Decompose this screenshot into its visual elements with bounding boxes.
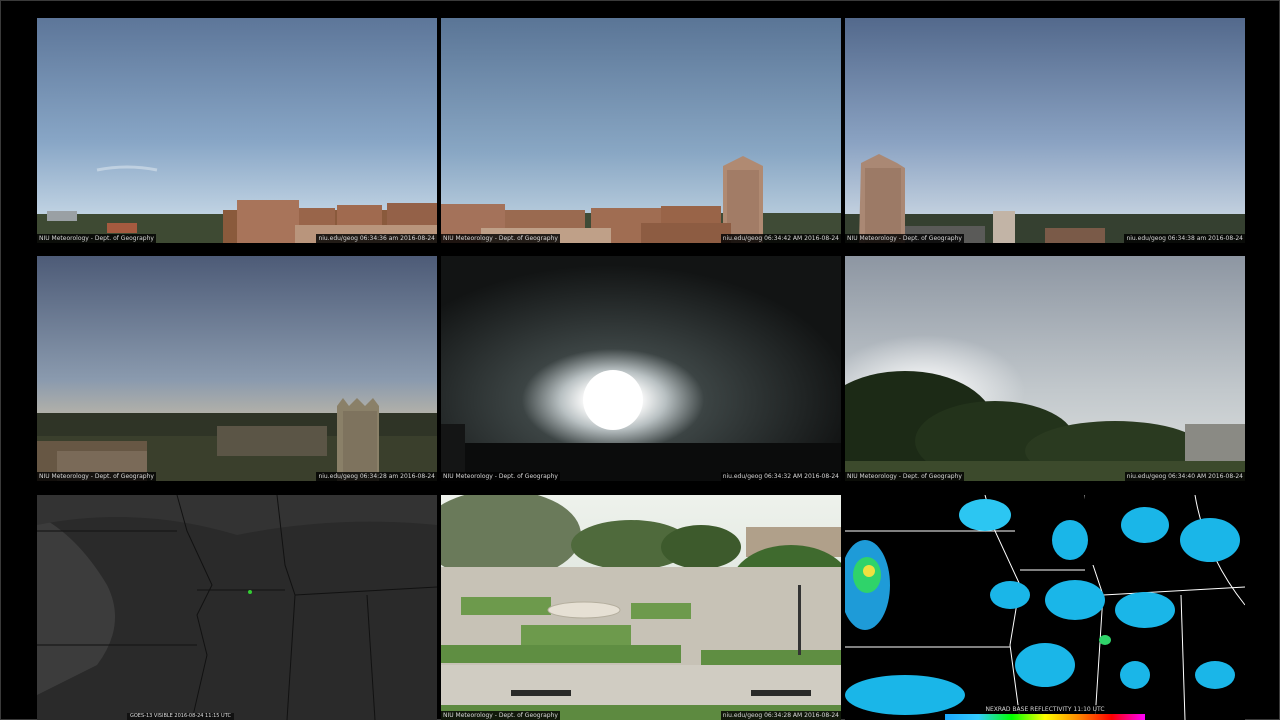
camera-3-caption-left: NIU Meteorology - Dept. of Geography	[845, 234, 964, 243]
radar-tile[interactable]: NEXRAD BASE REFLECTIVITY 11:10 UTC	[845, 495, 1245, 720]
camera-image-4	[37, 256, 437, 481]
camera-4-caption-right: niu.edu/geog 06:34:28 am 2016-08-24	[316, 472, 437, 481]
radar-color-scale	[945, 714, 1145, 720]
camera-6-caption-left: NIU Meteorology - Dept. of Geography	[845, 472, 964, 481]
camera-3-caption-right: niu.edu/geog 06:34:38 am 2016-08-24	[1124, 234, 1245, 243]
camera-2-caption-right: niu.edu/geog 06:34:42 AM 2016-08-24	[720, 234, 841, 243]
camera-image-7	[441, 495, 841, 720]
camera-7-caption-right: niu.edu/geog 06:34:28 AM 2016-08-24	[720, 711, 841, 720]
camera-6-caption-right: niu.edu/geog 06:34:40 AM 2016-08-24	[1124, 472, 1245, 481]
camera-5-caption-left: NIU Meteorology - Dept. of Geography	[441, 472, 560, 481]
camera-image-3	[845, 18, 1245, 243]
camera-image-1	[37, 18, 437, 243]
camera-tile-4[interactable]: NIU Meteorology - Dept. of Geography niu…	[37, 256, 437, 481]
satellite-tile[interactable]: GOES-13 VISIBLE 2016-08-24 11:15 UTC	[37, 495, 437, 720]
camera-4-caption-left: NIU Meteorology - Dept. of Geography	[37, 472, 156, 481]
webcam-grid-frame: NIU Meteorology - Dept. of Geography niu…	[0, 0, 1280, 720]
camera-7-caption-left: NIU Meteorology - Dept. of Geography	[441, 711, 560, 720]
camera-1-caption-left: NIU Meteorology - Dept. of Geography	[37, 234, 156, 243]
camera-image-5	[441, 256, 841, 481]
satellite-image	[37, 495, 437, 720]
camera-tile-1[interactable]: NIU Meteorology - Dept. of Geography niu…	[37, 18, 437, 243]
satellite-caption: GOES-13 VISIBLE 2016-08-24 11:15 UTC	[127, 713, 234, 720]
camera-tile-5[interactable]: NIU Meteorology - Dept. of Geography niu…	[441, 256, 841, 481]
camera-tile-3[interactable]: NIU Meteorology - Dept. of Geography niu…	[845, 18, 1245, 243]
camera-image-2	[441, 18, 841, 243]
camera-1-caption-right: niu.edu/geog 06:34:36 am 2016-08-24	[316, 234, 437, 243]
camera-2-caption-left: NIU Meteorology - Dept. of Geography	[441, 234, 560, 243]
radar-caption: NEXRAD BASE REFLECTIVITY 11:10 UTC	[983, 705, 1107, 714]
camera-5-caption-right: niu.edu/geog 06:34:32 AM 2016-08-24	[720, 472, 841, 481]
camera-tile-2[interactable]: NIU Meteorology - Dept. of Geography niu…	[441, 18, 841, 243]
camera-tile-7[interactable]: NIU Meteorology - Dept. of Geography niu…	[441, 495, 841, 720]
camera-image-6	[845, 256, 1245, 481]
radar-image	[845, 495, 1245, 720]
camera-tile-6[interactable]: NIU Meteorology - Dept. of Geography niu…	[845, 256, 1245, 481]
